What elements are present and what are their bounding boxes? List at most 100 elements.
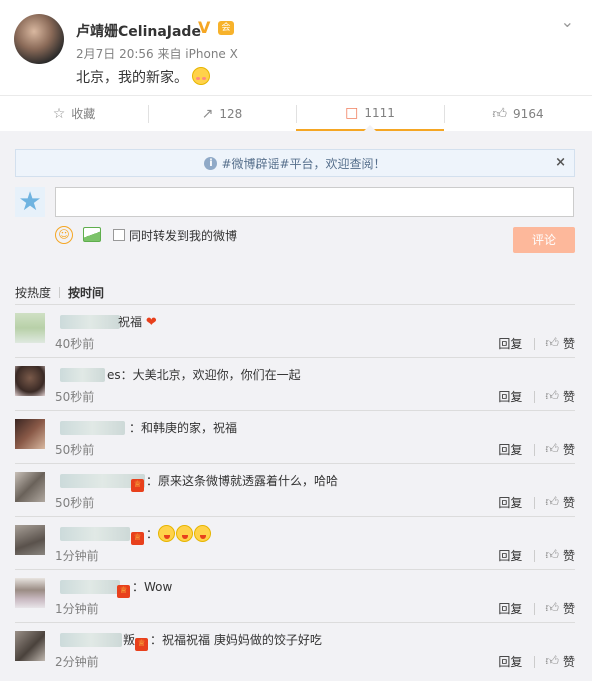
comment-item: 叛 ♕ ：祝福祝福 庚妈妈做的饺子好吃 2分钟前 回复 👍︎ 赞 bbox=[15, 622, 575, 675]
commenter-name[interactable] bbox=[60, 421, 125, 435]
divider bbox=[534, 337, 536, 350]
comment-actions: 回复 👍︎ 赞 bbox=[498, 653, 575, 670]
heart-icon: ❤ bbox=[145, 315, 157, 330]
like-comment-button[interactable]: 赞 bbox=[563, 335, 575, 352]
commenter-name[interactable]: 叛 bbox=[123, 633, 135, 647]
divider bbox=[534, 443, 536, 456]
comment-actions: 回复 👍︎ 赞 bbox=[498, 494, 575, 511]
reply-button[interactable]: 回复 bbox=[498, 388, 522, 405]
reply-button[interactable]: 回复 bbox=[498, 441, 522, 458]
comment-text-content: ：Wow bbox=[132, 580, 173, 594]
repost-checkbox[interactable] bbox=[113, 229, 125, 241]
thumb-up-icon[interactable]: 👍︎ bbox=[545, 336, 559, 351]
vip-icon: ♕ bbox=[131, 479, 144, 492]
commenter-name-blur bbox=[60, 368, 105, 382]
thumb-up-icon[interactable]: 👍︎ bbox=[545, 654, 559, 669]
notice-banner: i #微博辟谣#平台，欢迎查阅！ × bbox=[15, 149, 575, 177]
comment-item: es：大美北京，欢迎你，你们在一起 50秒前 回复 👍︎ 赞 bbox=[15, 357, 575, 410]
comment-item: ♕： 1分钟前 回复 👍︎ 赞 bbox=[15, 516, 575, 569]
like-comment-button[interactable]: 赞 bbox=[563, 547, 575, 564]
image-upload-icon[interactable] bbox=[83, 227, 101, 242]
comment-text-content: ：和韩庚的家，祝福 bbox=[129, 421, 238, 435]
comment-input[interactable] bbox=[55, 187, 574, 217]
vip-icon: ♕ bbox=[135, 638, 149, 651]
submit-comment-button[interactable]: 评论 bbox=[513, 227, 575, 253]
post-header: 卢靖姗CelinaJade V 会 2月7日 20:56 来自 iPhone X… bbox=[0, 0, 592, 95]
commenter-name[interactable] bbox=[60, 580, 120, 594]
comment-time: 50秒前 bbox=[55, 390, 95, 404]
like-comment-button[interactable]: 赞 bbox=[563, 441, 575, 458]
commenter-avatar[interactable] bbox=[15, 578, 45, 608]
chevron-down-icon[interactable]: ⌄ bbox=[561, 12, 574, 31]
yum-emoji-icon bbox=[176, 525, 194, 542]
like-comment-button[interactable]: 赞 bbox=[563, 388, 575, 405]
comment-text: ♕ ：原来这条微博就透露着什么，哈哈 bbox=[131, 472, 338, 492]
reply-button[interactable]: 回复 bbox=[498, 494, 522, 511]
comment-text-content: ：原来这条微博就透露着什么，哈哈 bbox=[146, 474, 339, 488]
divider bbox=[534, 655, 536, 668]
commenter-name[interactable] bbox=[60, 315, 120, 329]
blush-emoji-icon bbox=[192, 67, 210, 85]
post-meta: 2月7日 20:56 来自 iPhone X bbox=[76, 47, 238, 61]
notice-text[interactable]: #微博辟谣#平台，欢迎查阅！ bbox=[221, 155, 385, 172]
divider bbox=[534, 390, 536, 403]
divider bbox=[534, 602, 536, 615]
reply-button[interactable]: 回复 bbox=[498, 547, 522, 564]
commenter-avatar[interactable] bbox=[15, 472, 45, 502]
thumb-up-icon: 👍︎ bbox=[492, 106, 508, 122]
close-icon[interactable]: × bbox=[555, 155, 566, 170]
author-avatar[interactable] bbox=[14, 14, 64, 64]
sort-by-hot[interactable]: 按热度 bbox=[15, 286, 51, 300]
commenter-avatar[interactable] bbox=[15, 366, 45, 396]
comment-actions: 回复 👍︎ 赞 bbox=[498, 388, 575, 405]
post-text: 北京，我的新家。 bbox=[76, 67, 210, 87]
reply-button[interactable]: 回复 bbox=[498, 335, 522, 352]
yum-emoji-icon bbox=[158, 525, 176, 542]
comment-actions: 回复 👍︎ 赞 bbox=[498, 547, 575, 564]
comment-time: 1分钟前 bbox=[55, 549, 99, 563]
thumb-up-icon[interactable]: 👍︎ bbox=[545, 548, 559, 563]
reply-button[interactable]: 回复 bbox=[498, 653, 522, 670]
commenter-name[interactable]: es bbox=[107, 368, 121, 382]
commenter-name-blur bbox=[60, 633, 122, 647]
favorite-button[interactable]: ☆ 收藏 bbox=[0, 96, 148, 131]
thumb-up-icon[interactable]: 👍︎ bbox=[545, 389, 559, 404]
emoji-picker-icon[interactable]: ☺ bbox=[55, 226, 73, 244]
like-comment-button[interactable]: 赞 bbox=[563, 494, 575, 511]
comment-item: 祝福 ❤ 40秒前 回复 👍︎ 赞 bbox=[15, 304, 575, 357]
yum-emoji-icon bbox=[194, 525, 212, 542]
repost-button[interactable]: ↗ 128 bbox=[148, 96, 296, 131]
star-icon: ☆ bbox=[52, 105, 66, 122]
comment-count: 1111 bbox=[364, 105, 395, 120]
like-comment-button[interactable]: 赞 bbox=[563, 600, 575, 617]
like-button[interactable]: 👍︎ 9164 bbox=[444, 96, 592, 131]
comment-text-content: ：大美北京，欢迎你，你们在一起 bbox=[120, 368, 301, 382]
comment-time: 50秒前 bbox=[55, 496, 95, 510]
thumb-up-icon[interactable]: 👍︎ bbox=[545, 442, 559, 457]
favorite-label: 收藏 bbox=[71, 107, 96, 121]
reply-button[interactable]: 回复 bbox=[498, 600, 522, 617]
commenter-avatar[interactable] bbox=[15, 525, 45, 555]
author-name[interactable]: 卢靖姗CelinaJade bbox=[76, 21, 201, 41]
comment-time: 50秒前 bbox=[55, 443, 95, 457]
comment-list: 祝福 ❤ 40秒前 回复 👍︎ 赞 es：大美北京，欢迎你，你们在一起 50秒前… bbox=[15, 304, 575, 675]
comment-text: ：和韩庚的家，祝福 bbox=[129, 419, 237, 436]
info-icon: i bbox=[204, 156, 218, 170]
like-comment-button[interactable]: 赞 bbox=[563, 653, 575, 670]
commenter-avatar[interactable] bbox=[15, 313, 45, 343]
commenter-avatar[interactable] bbox=[15, 631, 45, 661]
comment-text-content: 祝福 bbox=[118, 315, 143, 329]
comment-button[interactable]: □ 1111 bbox=[296, 96, 444, 131]
thumb-up-icon[interactable]: 👍︎ bbox=[545, 495, 559, 510]
comment-time: 2分钟前 bbox=[55, 655, 99, 669]
commenter-name[interactable] bbox=[60, 527, 130, 541]
comment-item: ♕ ：Wow 1分钟前 回复 👍︎ 赞 bbox=[15, 569, 575, 622]
comment-time: 1分钟前 bbox=[55, 602, 99, 616]
thumb-up-icon[interactable]: 👍︎ bbox=[545, 601, 559, 616]
post-action-bar: ☆ 收藏 ↗ 128 □ 1111 👍︎ 9164 bbox=[0, 95, 592, 131]
comment-icon: □ bbox=[345, 104, 359, 121]
comment-text: ♕： bbox=[131, 525, 212, 545]
sort-by-time[interactable]: 按时间 bbox=[68, 286, 104, 300]
commenter-avatar[interactable] bbox=[15, 419, 45, 449]
repost-checkbox-label[interactable]: 同时转发到我的微博 bbox=[129, 227, 237, 244]
